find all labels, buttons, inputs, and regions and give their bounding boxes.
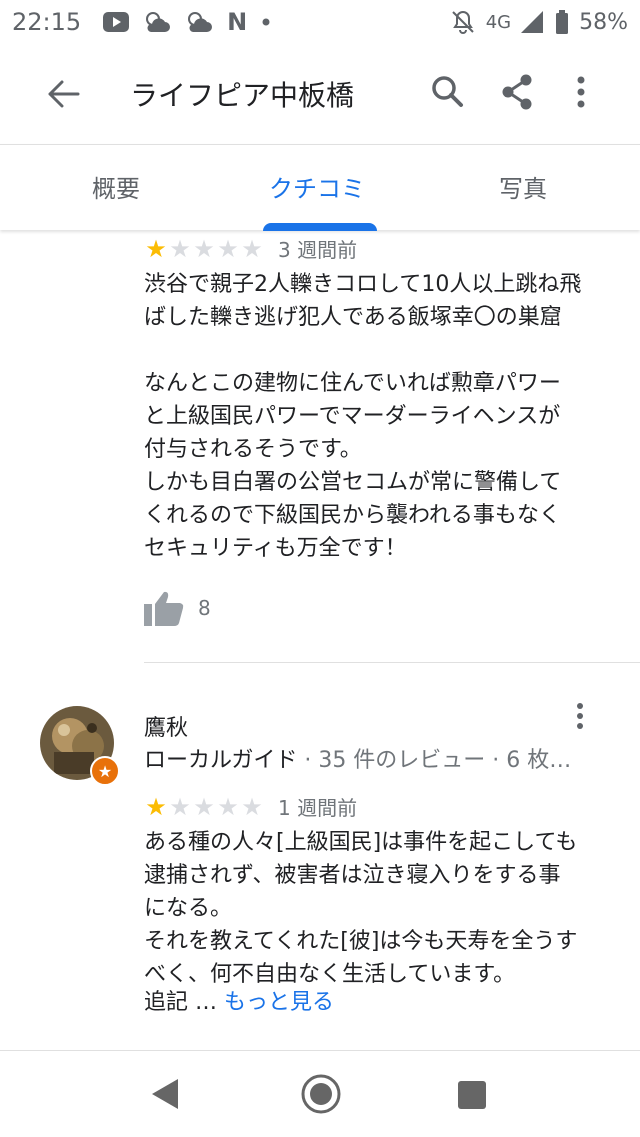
- arrow-back-icon: [48, 80, 80, 108]
- mute-icon: [450, 9, 476, 35]
- battery-icon: [555, 10, 569, 34]
- avatar[interactable]: ★: [40, 706, 120, 786]
- author-stats: · 35 件のレビュー · 6 枚の…: [297, 748, 590, 773]
- tab-bar: 概要 クチコミ 写真: [0, 144, 640, 231]
- app-bar: ライフピア中板橋: [0, 44, 640, 144]
- star-icon: ★: [217, 792, 239, 821]
- review-text: 渋谷で親子2人轢きコロして10人以上跳ね飛 ばした轢き逃げ犯人である飯塚幸〇の巣…: [144, 272, 582, 561]
- review-date: 1 週間前: [278, 796, 358, 820]
- local-guide-badge-icon: ★: [90, 756, 120, 786]
- active-tab-indicator: [263, 223, 377, 231]
- review-text: ある種の人々[上級国民]は事件を起こしても 逮捕されず、被害者は泣き寝入りをする…: [144, 830, 578, 987]
- author-name[interactable]: 鷹秋: [144, 710, 188, 742]
- netflix-icon: N: [227, 8, 248, 36]
- tab-photos[interactable]: 写真: [499, 169, 547, 204]
- star-icon: ★: [193, 792, 215, 821]
- weather-icon: [143, 10, 171, 34]
- share-button[interactable]: [496, 70, 540, 114]
- read-more-link[interactable]: もっと見る: [224, 990, 334, 1015]
- search-button[interactable]: [426, 70, 470, 114]
- star-rating: ★ ★ ★ ★ ★ 1 週間前: [144, 792, 357, 821]
- star-icon: ★: [145, 234, 167, 263]
- author-meta: ローカルガイド · 35 件のレビュー · 6 枚の…: [144, 742, 590, 774]
- star-icon: ★: [145, 792, 167, 821]
- star-rating: ★ ★ ★ ★ ★ 3 週間前: [144, 234, 357, 263]
- youtube-icon: [103, 12, 130, 32]
- review-text-tail: 追記 … もっと見る: [144, 986, 334, 1019]
- more-vert-icon: [577, 703, 583, 729]
- more-options-button[interactable]: [566, 70, 596, 114]
- system-nav-bar: [0, 1050, 640, 1137]
- star-icon: ★: [241, 792, 263, 821]
- star-icon: ★: [241, 234, 263, 263]
- status-time: 22:15: [12, 8, 82, 36]
- like-count: 8: [198, 596, 211, 620]
- star-icon: ★: [217, 234, 239, 263]
- network-type: 4G: [485, 11, 512, 33]
- weather-icon: [185, 10, 213, 34]
- tab-overview[interactable]: 概要: [92, 169, 140, 204]
- back-button[interactable]: [40, 72, 88, 116]
- nav-home-button[interactable]: [300, 1073, 342, 1115]
- divider: [144, 662, 640, 663]
- search-icon: [432, 76, 463, 107]
- signal-icon: [521, 11, 545, 33]
- thumb-up-icon: [144, 591, 184, 626]
- nav-recents-button[interactable]: [458, 1081, 486, 1109]
- dot-icon: [261, 17, 271, 27]
- share-icon: [502, 74, 532, 110]
- review-date: 3 週間前: [278, 238, 358, 262]
- circle-home-icon: [301, 1074, 341, 1114]
- nav-back-button[interactable]: [150, 1077, 182, 1111]
- reviews-list[interactable]: ★ ★ ★ ★ ★ 3 週間前 渋谷で親子2人轢きコロして10人以上跳ね飛 ばし…: [0, 230, 640, 1050]
- star-icon: ★: [169, 792, 191, 821]
- triangle-back-icon: [152, 1079, 178, 1109]
- star-icon: ★: [169, 234, 191, 263]
- tab-reviews[interactable]: クチコミ: [269, 169, 365, 204]
- star-icon: ★: [193, 234, 215, 263]
- like-button[interactable]: 8: [144, 590, 211, 626]
- page-title: ライフピア中板橋: [130, 79, 355, 112]
- battery-level: 58%: [579, 9, 628, 35]
- local-guide-label: ローカルガイド: [144, 748, 298, 773]
- review-text-truncated: 追記 …: [144, 990, 224, 1015]
- more-vert-icon: [577, 76, 585, 108]
- status-bar: 22:15 N 4G 58%: [0, 0, 640, 44]
- review-options-button[interactable]: [566, 696, 594, 740]
